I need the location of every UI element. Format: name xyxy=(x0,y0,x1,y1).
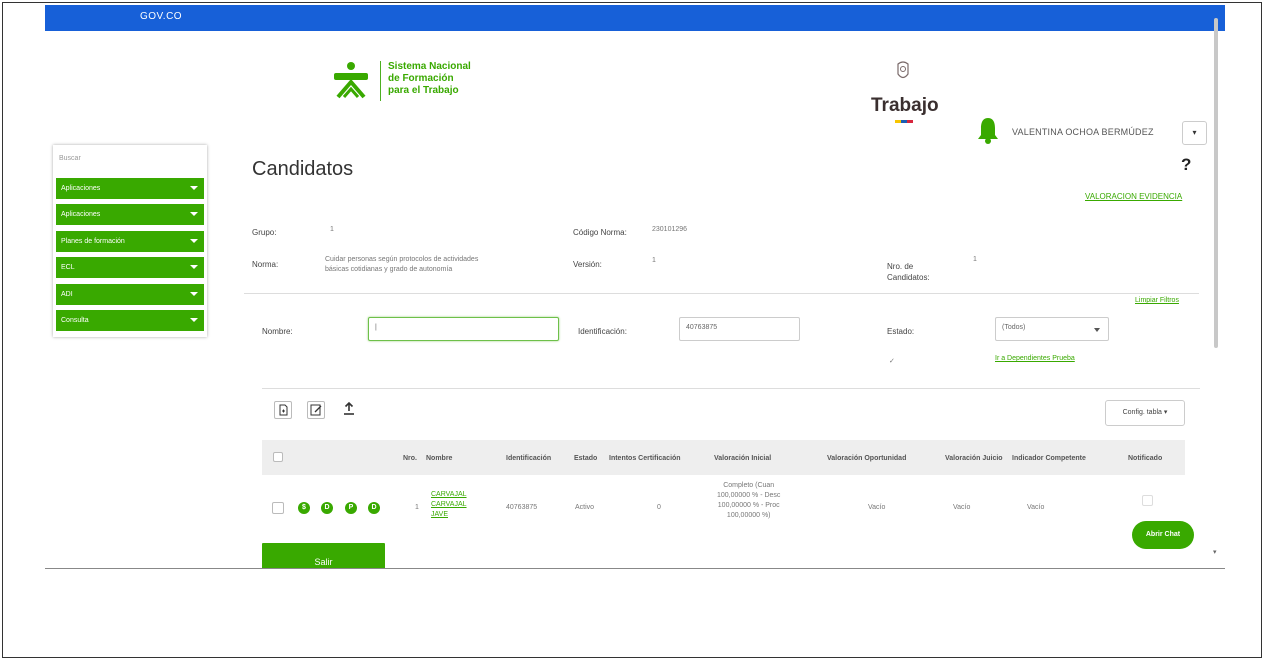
candidatos-label: Nro. de Candidatos: xyxy=(887,262,930,282)
edit-icon xyxy=(310,404,322,416)
cell-valoracion-inicial: Completo (Cuan 100,00000 % - Desc 100,00… xyxy=(717,482,781,519)
cell-nro: 1 xyxy=(415,504,419,511)
sena-text: Sistema Nacional de Formación para el Tr… xyxy=(388,61,471,96)
bell-icon[interactable] xyxy=(977,116,999,144)
chevron-down-icon xyxy=(190,186,198,190)
identificacion-input[interactable]: 40763875 xyxy=(679,317,800,341)
action-d-icon[interactable]: D xyxy=(321,502,333,514)
cell-estado: Activo xyxy=(575,504,595,511)
page-viewport: GOV.CO Sistema Nacional de Formación par… xyxy=(45,5,1225,573)
export-pdf-button[interactable] xyxy=(274,401,292,419)
identificacion-label: Identificación: xyxy=(578,327,627,336)
codigo-label: Código Norma: xyxy=(573,228,627,237)
check-mark-icon: ✓ xyxy=(889,358,895,365)
sidebar: Buscar Aplicaciones Aplicaciones Planes … xyxy=(53,145,207,337)
codigo-value: 230101296 xyxy=(652,226,688,233)
version-value: 1 xyxy=(652,257,656,264)
th-nombre[interactable]: Nombre xyxy=(426,455,452,462)
flag-stripe xyxy=(895,120,913,123)
scroll-down-icon[interactable]: ▾ xyxy=(1213,548,1217,556)
edit-button[interactable] xyxy=(307,401,325,419)
sidebar-search[interactable]: Buscar xyxy=(59,155,81,162)
clear-filters-link[interactable]: Limpiar Filtros xyxy=(1135,297,1179,304)
cell-identificacion: 40763875 xyxy=(506,504,538,511)
table-header: Nro. Nombre Identificación Estado Intent… xyxy=(262,440,1185,475)
user-name: VALENTINA OCHOA BERMÚDEZ xyxy=(1012,127,1154,137)
nombre-label: Nombre: xyxy=(262,327,293,336)
cell-oportunidad: Vacío xyxy=(868,504,886,511)
sidebar-item-5[interactable]: ADI xyxy=(56,284,204,305)
estado-select[interactable]: (Todos) xyxy=(995,317,1109,341)
salir-button[interactable]: Salir xyxy=(262,543,385,569)
config-table-button[interactable]: Config. tabla ▾ xyxy=(1105,400,1185,426)
action-p-icon[interactable]: P xyxy=(345,502,357,514)
th-intentos[interactable]: Intentos Certificación xyxy=(609,455,681,462)
select-all-checkbox[interactable] xyxy=(273,452,283,462)
gov-bar: GOV.CO xyxy=(45,5,1225,31)
chevron-down-icon xyxy=(1094,328,1100,332)
th-notificado[interactable]: Notificado xyxy=(1128,455,1162,462)
th-estado[interactable]: Estado xyxy=(574,455,597,462)
cell-indicador: Vacío xyxy=(1027,504,1045,511)
valoracion-evidencia-link[interactable]: VALORACION EVIDENCIA xyxy=(1085,192,1182,201)
chevron-down-icon xyxy=(190,318,198,322)
sidebar-item-4[interactable]: ECL xyxy=(56,257,204,278)
page-title: Candidatos xyxy=(252,158,354,180)
sidebar-item-6[interactable]: Consulta xyxy=(56,310,204,331)
chevron-down-icon xyxy=(190,212,198,216)
chevron-down-icon xyxy=(190,292,198,296)
th-valoracion-juicio[interactable]: Valoración Juicio xyxy=(945,455,1003,462)
grupo-label: Grupo: xyxy=(252,228,277,237)
row-checkbox[interactable] xyxy=(272,502,284,514)
gov-logo[interactable]: GOV.CO xyxy=(140,11,182,22)
sidebar-item-2[interactable]: Aplicaciones xyxy=(56,204,204,225)
action-dollar-icon[interactable]: $ xyxy=(298,502,310,514)
dependientes-link[interactable]: Ir a Dependientes Prueba xyxy=(995,355,1075,362)
open-chat-button[interactable]: Abrir Chat xyxy=(1132,521,1194,549)
document-icon xyxy=(279,404,288,416)
version-label: Versión: xyxy=(573,260,602,269)
upload-icon xyxy=(344,401,354,415)
cell-notificado-checkbox[interactable] xyxy=(1142,495,1153,506)
viewport-bottom-line xyxy=(45,568,1225,569)
user-menu-button[interactable]: ▾ xyxy=(1182,121,1207,145)
candidatos-value: 1 xyxy=(973,256,977,263)
th-identificacion[interactable]: Identificación xyxy=(506,455,551,462)
sidebar-item-1[interactable]: Aplicaciones xyxy=(56,178,204,199)
cell-nombre-link[interactable]: CARVAJAL CARVAJAL JAVE xyxy=(431,490,467,520)
chevron-down-icon xyxy=(190,265,198,269)
upload-button[interactable] xyxy=(341,401,359,419)
cell-juicio: Vacío xyxy=(953,504,971,511)
th-nro[interactable]: Nro. xyxy=(403,455,417,462)
help-button[interactable]: ? xyxy=(1181,155,1191,175)
sena-divider xyxy=(380,61,381,101)
ministry-title: Trabajo xyxy=(871,95,939,116)
action-d2-icon[interactable]: D xyxy=(368,502,380,514)
nombre-input[interactable]: | xyxy=(368,317,559,341)
page-scrollbar[interactable] xyxy=(1214,18,1218,348)
chevron-down-icon xyxy=(190,239,198,243)
table-area xyxy=(262,388,1200,568)
norma-label: Norma: xyxy=(252,260,279,269)
th-valoracion-inicial[interactable]: Valoración Inicial xyxy=(714,455,771,462)
norma-value: Cuidar personas según protocolos de acti… xyxy=(325,256,479,273)
th-valoracion-oportunidad[interactable]: Valoración Oportunidad xyxy=(827,455,906,462)
cell-intentos: 0 xyxy=(657,504,661,511)
grupo-value: 1 xyxy=(330,226,334,233)
estado-label: Estado: xyxy=(887,327,915,336)
sidebar-item-3[interactable]: Planes de formación xyxy=(56,231,204,252)
th-indicador-competente[interactable]: Indicador Competente xyxy=(1012,455,1086,462)
coat-of-arms-icon xyxy=(897,61,909,79)
sena-logo-icon xyxy=(334,62,368,99)
